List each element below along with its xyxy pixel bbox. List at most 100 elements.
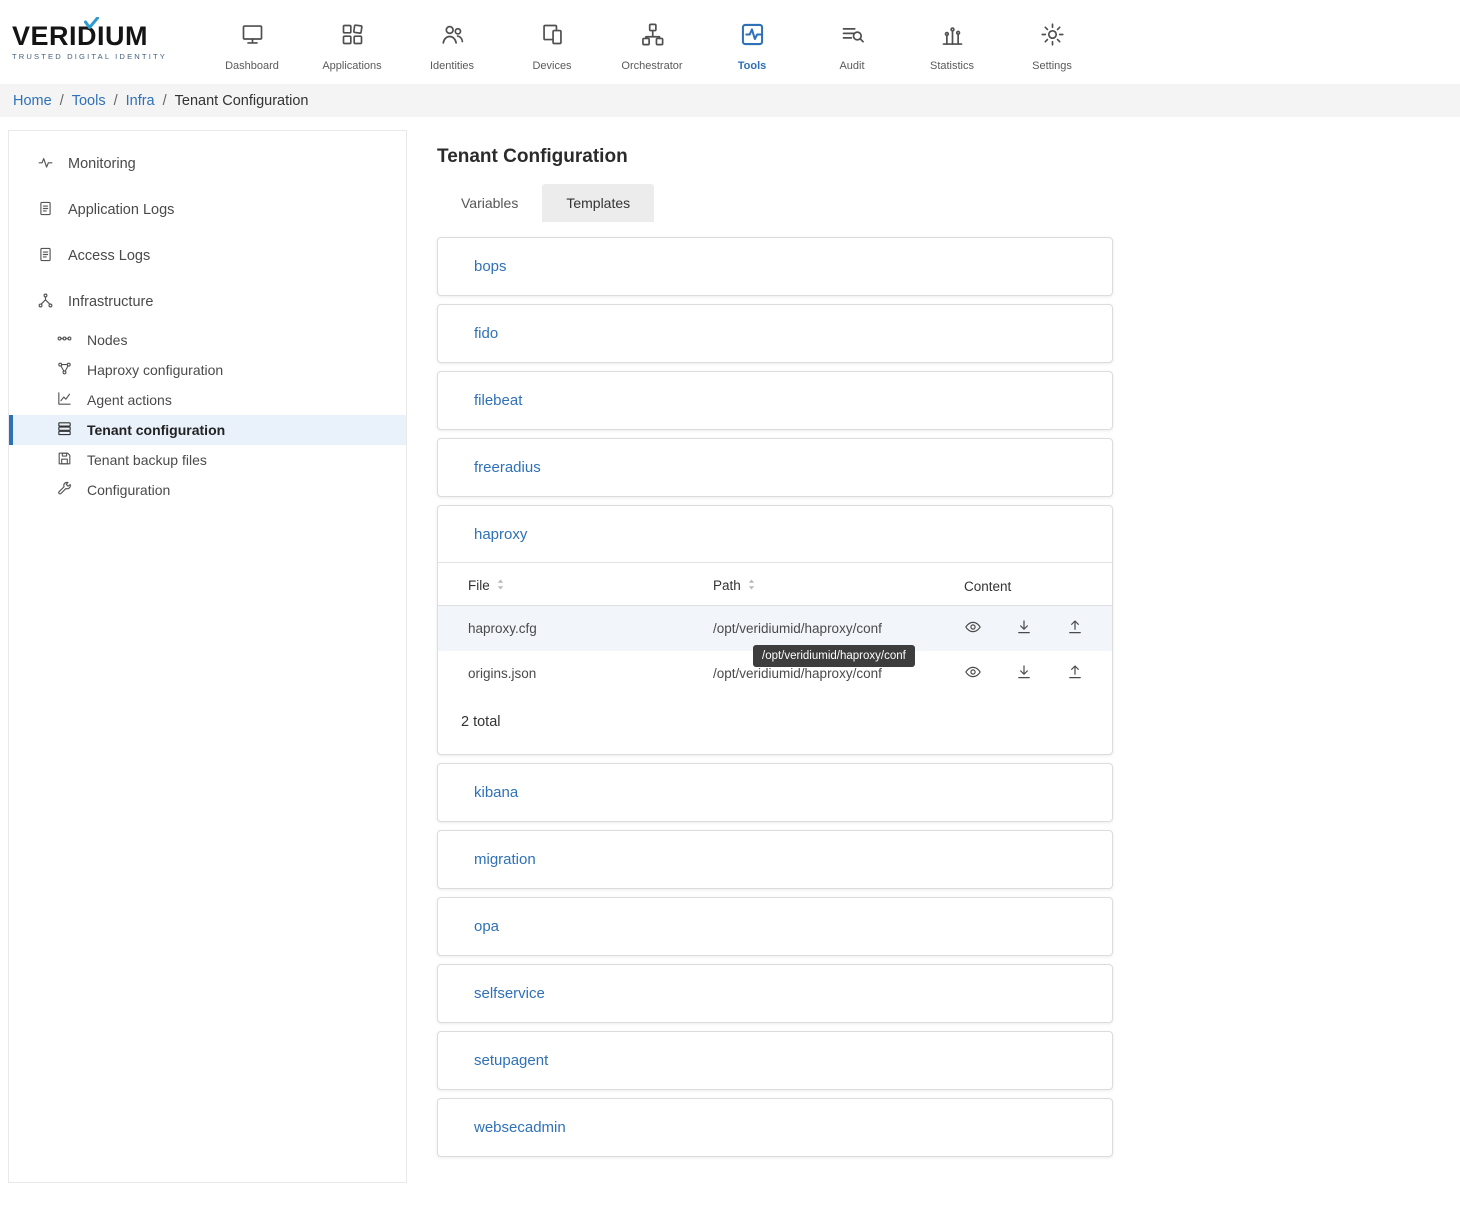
sidebar-item-label: Nodes (87, 332, 127, 348)
topnav-item-label: Audit (839, 60, 864, 72)
column-label: Content (964, 579, 1011, 594)
tabs: Variables Templates (437, 184, 1113, 222)
accordion-header-setupagent[interactable]: setupagent (438, 1032, 1112, 1089)
accordion-setupagent: setupagent (437, 1031, 1113, 1090)
sidebar-item-label: Haproxy configuration (87, 362, 223, 378)
line-chart-icon (56, 390, 73, 410)
breadcrumb-separator: / (60, 93, 64, 109)
upload-icon (1066, 663, 1084, 684)
accordion-bops: bops (437, 237, 1113, 296)
topnav-item-label: Tools (738, 60, 767, 72)
accordion-header-fido[interactable]: fido (438, 305, 1112, 362)
sidebar: Monitoring Application Logs Access Logs … (8, 130, 407, 1183)
accordion-header-migration[interactable]: migration (438, 831, 1112, 888)
sidebar-item-label: Agent actions (87, 392, 172, 408)
sidebar-item-haproxy-configuration[interactable]: Haproxy configuration (9, 355, 406, 385)
settings-network-icon (56, 360, 73, 380)
accordion-header-kibana[interactable]: kibana (438, 764, 1112, 821)
breadcrumb: Home / Tools / Infra / Tenant Configurat… (0, 84, 1460, 117)
sidebar-item-application-logs[interactable]: Application Logs (9, 187, 406, 233)
accordion-haproxy: haproxy File Path (437, 505, 1113, 755)
wrench-icon (56, 480, 73, 500)
download-button[interactable] (1015, 618, 1033, 639)
sidebar-item-configuration[interactable]: Configuration (9, 475, 406, 505)
audit-search-icon (839, 21, 866, 53)
veridium-logo[interactable]: VERIDIUM TRUSTED DIGITAL IDENTITY (12, 23, 180, 61)
topnav-item-dashboard[interactable]: Dashboard (202, 13, 302, 72)
accordion-filebeat: filebeat (437, 371, 1113, 430)
save-icon (56, 450, 73, 470)
network-icon (37, 292, 54, 313)
column-header-path[interactable]: Path (713, 563, 964, 606)
accordion-header-freeradius[interactable]: freeradius (438, 439, 1112, 496)
accordion-websecadmin: websecadmin (437, 1098, 1113, 1157)
view-content-button[interactable] (964, 663, 982, 684)
breadcrumb-separator: / (114, 93, 118, 109)
sidebar-item-nodes[interactable]: Nodes (9, 325, 406, 355)
upload-button[interactable] (1066, 663, 1084, 684)
accordion-selfservice: selfservice (437, 964, 1113, 1023)
column-header-file[interactable]: File (438, 563, 713, 606)
accordion-header-websecadmin[interactable]: websecadmin (438, 1099, 1112, 1156)
sidebar-item-agent-actions[interactable]: Agent actions (9, 385, 406, 415)
topnav-item-label: Dashboard (225, 60, 279, 72)
file-cell: origins.json (438, 651, 713, 696)
devices-icon (539, 21, 566, 53)
content-actions (964, 618, 1112, 639)
sidebar-item-label: Application Logs (68, 202, 174, 218)
accordion-header-haproxy[interactable]: haproxy (438, 506, 1112, 563)
column-header-content: Content (964, 563, 1112, 606)
topnav-item-orchestrator[interactable]: Orchestrator (602, 13, 702, 72)
path-tooltip: /opt/veridiumid/haproxy/conf (753, 645, 915, 667)
sort-icon[interactable] (496, 578, 505, 594)
topnav-item-devices[interactable]: Devices (502, 13, 602, 72)
sidebar-item-tenant-backup-files[interactable]: Tenant backup files (9, 445, 406, 475)
grid-icon (339, 21, 366, 53)
breadcrumb-home[interactable]: Home (13, 93, 52, 109)
accordion-header-bops[interactable]: bops (438, 238, 1112, 295)
accordion-header-selfservice[interactable]: selfservice (438, 965, 1112, 1022)
topnav-item-tools[interactable]: Tools (702, 13, 802, 72)
view-content-button[interactable] (964, 618, 982, 639)
top-navigation: VERIDIUM TRUSTED DIGITAL IDENTITY Dashbo… (0, 0, 1460, 84)
topnav-item-applications[interactable]: Applications (302, 13, 402, 72)
templates-table: File Path Content (438, 563, 1112, 696)
check-icon (84, 17, 99, 35)
sidebar-item-monitoring[interactable]: Monitoring (9, 141, 406, 187)
upload-button[interactable] (1066, 618, 1084, 639)
topnav-item-statistics[interactable]: Statistics (902, 13, 1002, 72)
haproxy-panel: File Path Content (438, 563, 1112, 754)
sidebar-item-label: Tenant configuration (87, 422, 225, 438)
nodes-icon (56, 330, 73, 350)
accordion-header-filebeat[interactable]: filebeat (438, 372, 1112, 429)
bar-chart-icon (939, 21, 966, 53)
breadcrumb-separator: / (163, 93, 167, 109)
brand-tagline: TRUSTED DIGITAL IDENTITY (12, 52, 180, 61)
sidebar-item-access-logs[interactable]: Access Logs (9, 233, 406, 279)
file-cell: haproxy.cfg (438, 606, 713, 652)
breadcrumb-tools[interactable]: Tools (72, 93, 106, 109)
sidebar-item-label: Access Logs (68, 248, 150, 264)
topnav-item-audit[interactable]: Audit (802, 13, 902, 72)
accordion-header-opa[interactable]: opa (438, 898, 1112, 955)
sort-icon[interactable] (747, 578, 756, 594)
file-lines-icon (37, 200, 54, 221)
accordion-fido: fido (437, 304, 1113, 363)
column-label: Path (713, 578, 741, 593)
topnav-item-label: Settings (1032, 60, 1072, 72)
sidebar-item-tenant-configuration[interactable]: Tenant configuration (9, 415, 406, 445)
topnav-item-identities[interactable]: Identities (402, 13, 502, 72)
accordion-opa: opa (437, 897, 1113, 956)
topnav-item-label: Devices (532, 60, 571, 72)
tab-variables[interactable]: Variables (437, 184, 542, 222)
upload-icon (1066, 618, 1084, 639)
breadcrumb-infra[interactable]: Infra (126, 93, 155, 109)
templates-accordion-list: bops fido filebeat freeradius haproxy (437, 237, 1113, 1207)
download-button[interactable] (1015, 663, 1033, 684)
topnav-items: Dashboard Applications Identities Device… (202, 13, 1102, 72)
server-stack-icon (56, 420, 73, 440)
sidebar-group-infrastructure[interactable]: Infrastructure (9, 279, 406, 325)
topnav-item-settings[interactable]: Settings (1002, 13, 1102, 72)
main-content: Tenant Configuration Variables Templates… (437, 127, 1113, 1207)
tab-templates[interactable]: Templates (542, 184, 654, 222)
